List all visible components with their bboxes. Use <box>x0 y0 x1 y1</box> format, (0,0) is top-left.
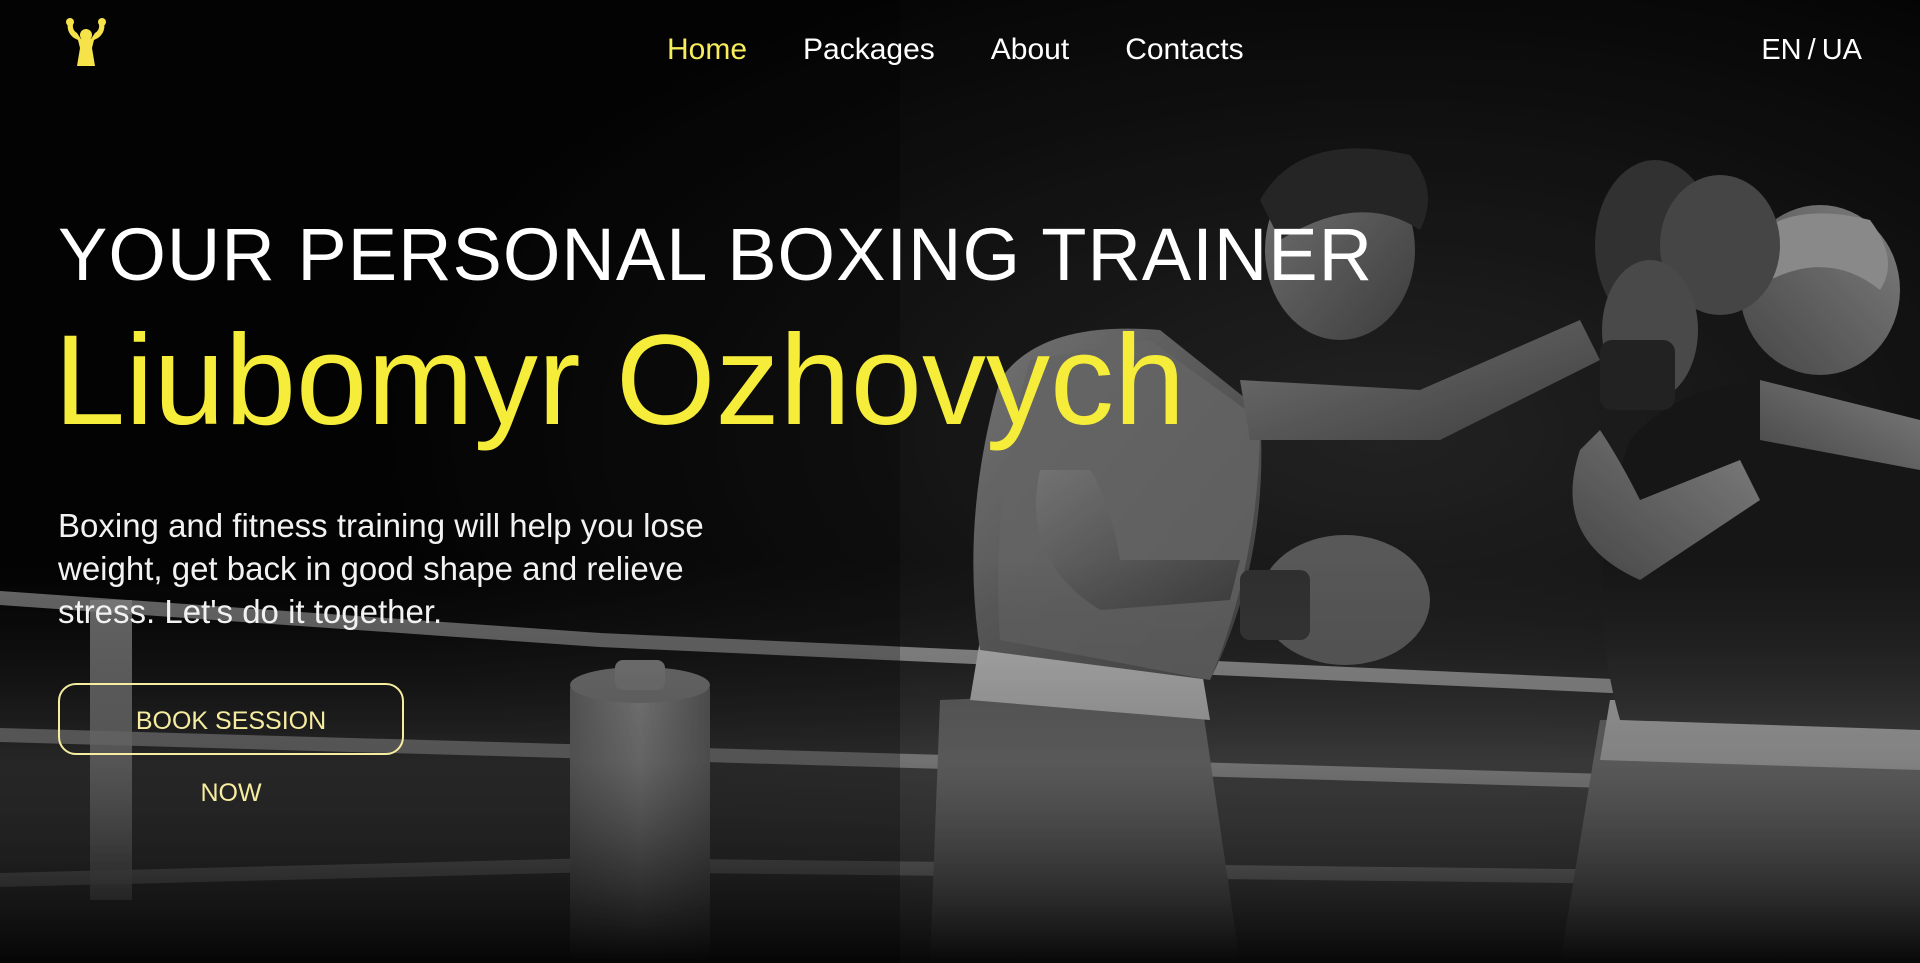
nav-packages[interactable]: Packages <box>803 30 935 70</box>
book-session-button[interactable]: BOOK SESSION NOW <box>58 683 404 807</box>
nav-about[interactable]: About <box>991 30 1069 70</box>
language-separator: / <box>1807 34 1816 66</box>
language-switcher: EN / UA <box>1761 30 1862 70</box>
hero-title: YOUR PERSONAL BOXING TRAINER <box>58 213 1374 296</box>
landing-page: Home Packages About Contacts EN / UA YOU… <box>0 0 1920 963</box>
language-en[interactable]: EN <box>1761 30 1801 70</box>
main-nav: Home Packages About Contacts <box>667 30 1244 70</box>
site-header: Home Packages About Contacts EN / UA <box>0 0 1920 100</box>
trainer-name: Liubomyr Ozhovych <box>54 309 1186 452</box>
hero-description: Boxing and fitness training will help yo… <box>58 507 704 630</box>
flexing-strongman-icon[interactable] <box>64 18 108 68</box>
nav-contacts[interactable]: Contacts <box>1125 30 1243 70</box>
language-ua[interactable]: UA <box>1822 30 1862 70</box>
nav-home[interactable]: Home <box>667 30 747 70</box>
hero-section: YOUR PERSONAL BOXING TRAINER Liubomyr Oz… <box>54 210 1374 807</box>
